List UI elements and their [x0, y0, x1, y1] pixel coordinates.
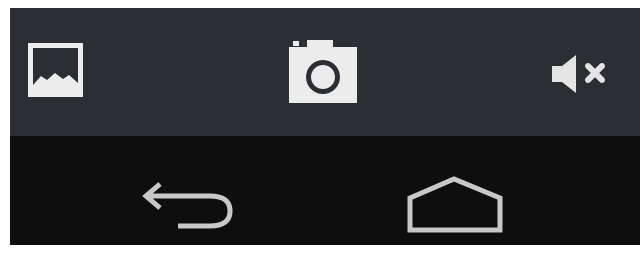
sound-toggle-button[interactable]	[550, 52, 620, 96]
gallery-image-icon	[28, 43, 83, 97]
system-navigation-bar	[10, 136, 640, 245]
camera-icon	[289, 40, 357, 103]
home-icon	[407, 176, 503, 233]
gallery-button[interactable]	[25, 39, 89, 103]
home-button[interactable]	[402, 174, 512, 236]
screen-frame	[0, 0, 642, 255]
volume-muted-icon	[552, 55, 605, 93]
shutter-button[interactable]	[285, 38, 361, 108]
camera-action-bar	[10, 8, 640, 136]
back-button[interactable]	[140, 176, 240, 234]
back-arrow-icon	[142, 182, 233, 229]
